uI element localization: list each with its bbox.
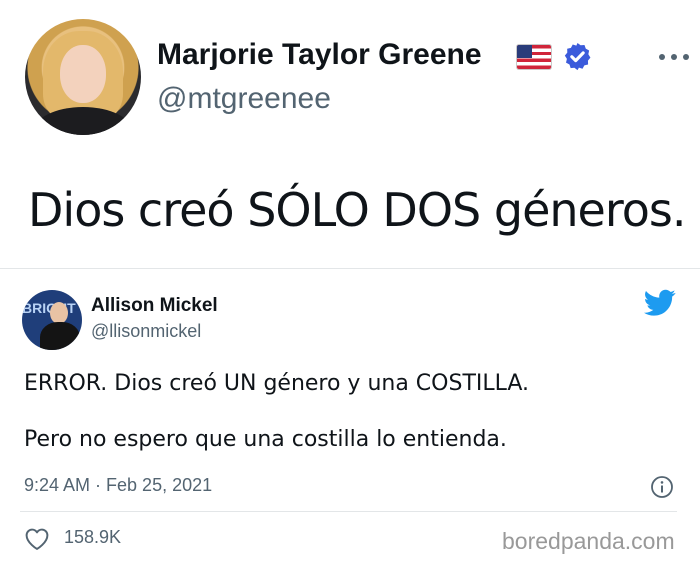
heart-icon[interactable] — [24, 527, 50, 551]
reply-text-line-1: ERROR. Dios creó UN género y una COSTILL… — [24, 371, 530, 396]
reply-author-name[interactable]: Allison Mickel — [91, 295, 218, 317]
author-handle[interactable]: @mtgreenee — [157, 82, 331, 116]
twitter-bird-icon[interactable] — [644, 289, 676, 317]
author-avatar[interactable] — [25, 19, 141, 135]
watermark: boredpanda.com — [502, 528, 675, 554]
author-name[interactable]: Marjorie Taylor Greene — [157, 38, 482, 72]
like-count[interactable]: 158.9K — [64, 527, 121, 548]
action-divider — [20, 511, 677, 512]
like-count-clip: 158.9K — [64, 522, 124, 552]
info-icon[interactable] — [650, 475, 674, 499]
us-flag-icon — [517, 45, 551, 69]
original-tweet: Marjorie Taylor Greene @mtgreenee Dios c… — [0, 0, 700, 268]
verified-badge-icon — [564, 42, 591, 71]
tweet-text: Dios creó SÓLO DOS géneros. — [28, 183, 686, 237]
reply-timestamp[interactable]: 9:24 AM · Feb 25, 2021 — [24, 475, 212, 496]
reply-text-line-2: Pero no espero que una costilla lo entie… — [24, 427, 507, 452]
reply-author-handle[interactable]: @llisonmickel — [91, 321, 201, 342]
reply-author-avatar[interactable]: BRIGHT — [22, 290, 82, 350]
more-options-icon[interactable] — [656, 50, 692, 64]
